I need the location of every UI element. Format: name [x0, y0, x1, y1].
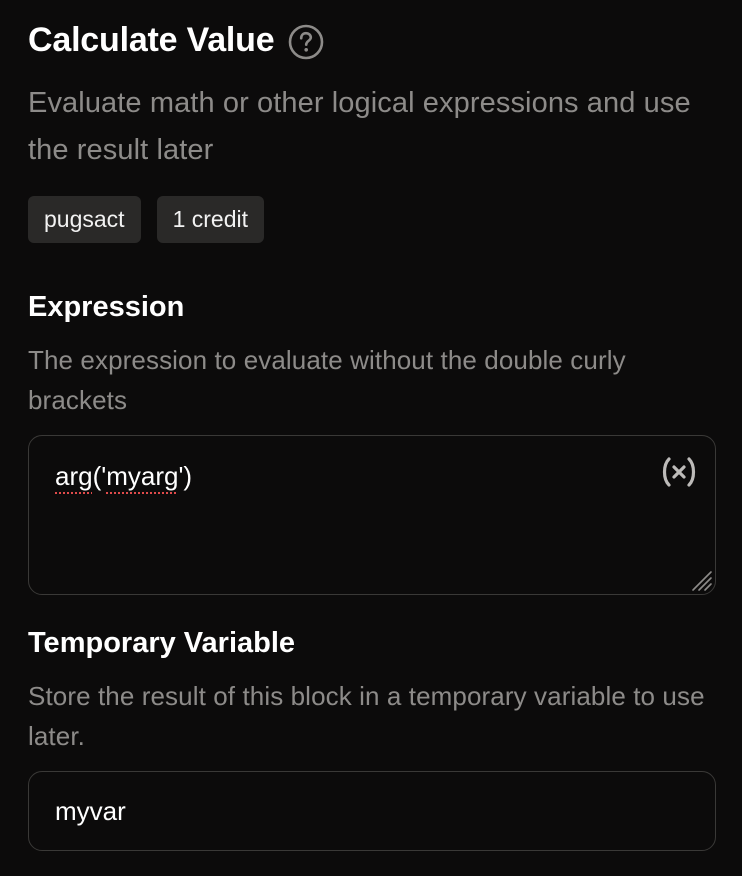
expression-textarea[interactable]: arg('myarg'): [28, 435, 716, 595]
block-title: Calculate Value: [28, 21, 275, 59]
help-icon[interactable]: [288, 24, 324, 60]
temp-variable-label: Temporary Variable: [28, 627, 296, 659]
block-description: Evaluate math or other logical expressio…: [28, 87, 691, 166]
calculate-value-panel: Calculate Value Evaluate math or other l…: [0, 0, 742, 876]
expression-value[interactable]: arg('myarg'): [55, 458, 192, 494]
expression-fn-text: arg: [55, 461, 93, 491]
temp-variable-help: Store the result of this block in a temp…: [28, 681, 705, 751]
tag-credit-cost: 1 credit: [156, 196, 264, 243]
expression-arg-text: myarg: [106, 461, 179, 491]
tag-list: pugsact 1 credit: [28, 196, 264, 243]
expression-open-text: (': [92, 461, 107, 491]
expression-help: The expression to evaluate without the d…: [28, 345, 626, 415]
tag-integration: pugsact: [28, 196, 141, 243]
temp-variable-input[interactable]: myvar: [28, 771, 716, 851]
expression-close-text: '): [178, 461, 193, 491]
variable-icon[interactable]: [659, 452, 699, 492]
temp-variable-value: myvar: [55, 796, 126, 826]
title-row: Calculate Value: [28, 18, 324, 62]
resize-handle-icon[interactable]: [687, 566, 713, 592]
expression-label: Expression: [28, 291, 185, 323]
